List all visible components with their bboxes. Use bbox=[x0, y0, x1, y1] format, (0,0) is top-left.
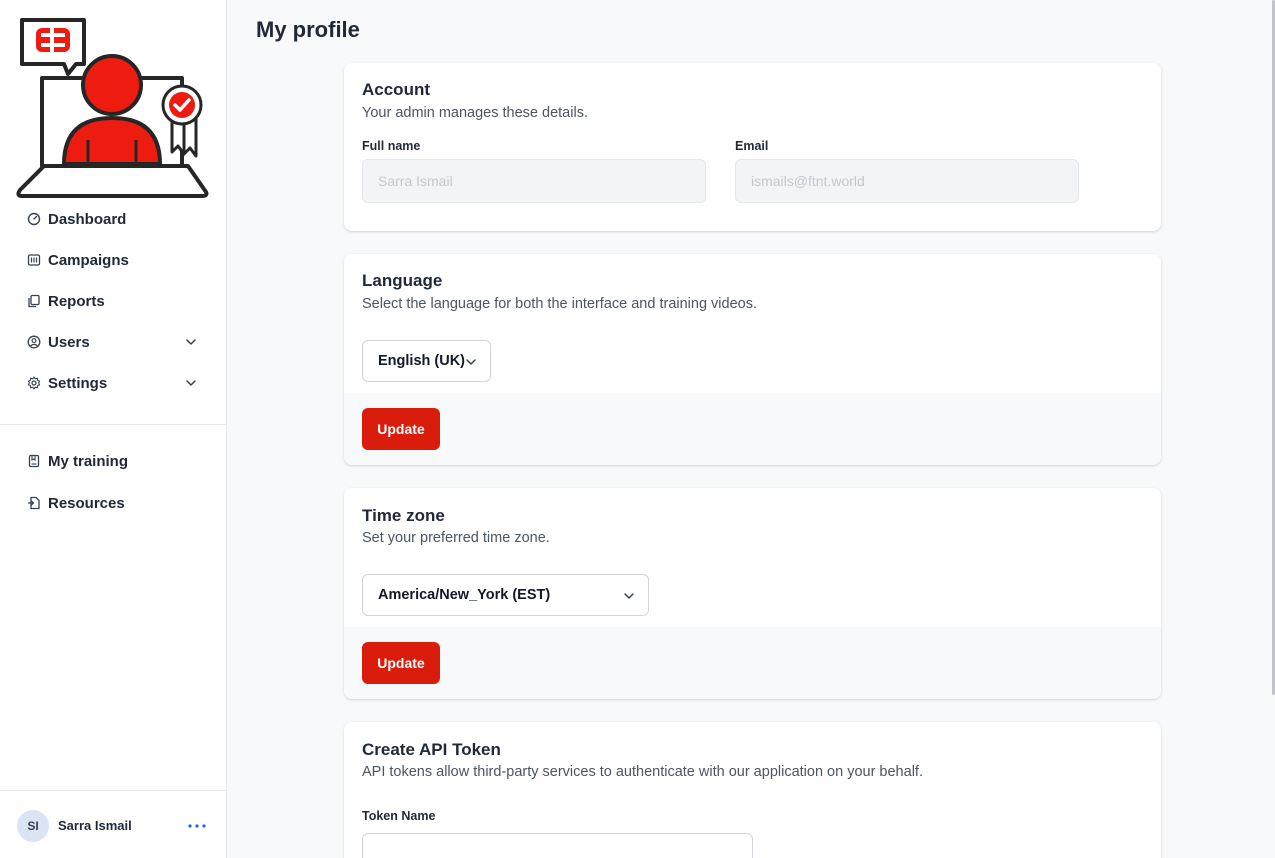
chevron-down-icon[interactable] bbox=[184, 335, 198, 349]
timezone-select-value: America/New_York (EST) bbox=[378, 587, 551, 603]
timezone-select[interactable]: America/New_York (EST) bbox=[362, 574, 649, 616]
sidebar-item-users[interactable]: Users bbox=[16, 325, 210, 359]
account-card: Account Your admin manages these details… bbox=[344, 63, 1161, 231]
campaigns-icon bbox=[24, 250, 44, 270]
update-timezone-button[interactable]: Update bbox=[362, 642, 440, 684]
sidebar-item-label: Resources bbox=[48, 494, 125, 512]
more-options-icon[interactable] bbox=[186, 816, 208, 836]
avatar[interactable]: SI bbox=[17, 810, 49, 842]
sidebar-divider bbox=[0, 424, 226, 425]
training-book-icon bbox=[24, 451, 44, 471]
full-name-label: Full name bbox=[362, 139, 421, 153]
account-title: Account bbox=[362, 80, 430, 99]
token-name-input[interactable] bbox=[362, 833, 753, 858]
sidebar-item-reports[interactable]: Reports bbox=[16, 284, 210, 318]
email-label: Email bbox=[735, 139, 769, 153]
sidebar-item-resources[interactable]: Resources bbox=[16, 486, 210, 520]
chevron-down-icon[interactable] bbox=[184, 376, 198, 390]
update-language-button[interactable]: Update bbox=[362, 408, 440, 450]
sidebar-item-label: My training bbox=[48, 452, 129, 470]
language-description: Select the language for both the interfa… bbox=[362, 296, 757, 312]
sidebar-item-label: Dashboard bbox=[48, 210, 127, 228]
user-menu: SI Sarra Ismail bbox=[0, 790, 226, 858]
email-field: ismails@ftnt.world bbox=[735, 159, 1079, 203]
page-title: My profile bbox=[256, 17, 360, 42]
language-title: Language bbox=[362, 271, 443, 290]
dashboard-gauge-icon bbox=[24, 209, 44, 229]
timezone-card-footer: Update bbox=[344, 627, 1161, 699]
sidebar-item-label: Reports bbox=[48, 292, 105, 310]
timezone-title: Time zone bbox=[362, 506, 445, 525]
gear-icon bbox=[24, 373, 44, 393]
users-icon bbox=[24, 332, 44, 352]
sidebar-item-label: Settings bbox=[48, 374, 108, 392]
sidebar-item-dashboard[interactable]: Dashboard bbox=[16, 202, 210, 236]
resources-icon bbox=[24, 493, 44, 513]
language-select-value: English (UK) bbox=[378, 353, 465, 369]
sidebar-item-label: Users bbox=[48, 333, 90, 351]
api-token-description: API tokens allow third-party services to… bbox=[362, 764, 923, 780]
api-token-card: Create API Token API tokens allow third-… bbox=[344, 722, 1161, 858]
user-name: Sarra Ismail bbox=[58, 818, 132, 833]
full-name-field: Sarra Ismail bbox=[362, 159, 706, 203]
timezone-description: Set your preferred time zone. bbox=[362, 530, 550, 546]
chevron-down-icon bbox=[466, 359, 476, 365]
token-name-label: Token Name bbox=[362, 809, 436, 823]
chevron-down-icon bbox=[624, 593, 634, 599]
account-description: Your admin manages these details. bbox=[362, 105, 588, 121]
sidebar-item-campaigns[interactable]: Campaigns bbox=[16, 243, 210, 277]
sidebar-item-label: Campaigns bbox=[48, 251, 129, 269]
language-card: Language Select the language for both th… bbox=[344, 254, 1161, 465]
sidebar: Dashboard Campaigns Reports Users Settin… bbox=[0, 0, 227, 858]
language-card-footer: Update bbox=[344, 393, 1161, 465]
api-token-title: Create API Token bbox=[362, 740, 501, 759]
sidebar-item-my-training[interactable]: My training bbox=[16, 444, 210, 478]
app-logo[interactable] bbox=[14, 14, 210, 202]
reports-icon bbox=[24, 291, 44, 311]
language-select[interactable]: English (UK) bbox=[362, 340, 491, 382]
sidebar-item-settings[interactable]: Settings bbox=[16, 366, 210, 400]
timezone-card: Time zone Set your preferred time zone. … bbox=[344, 488, 1161, 699]
